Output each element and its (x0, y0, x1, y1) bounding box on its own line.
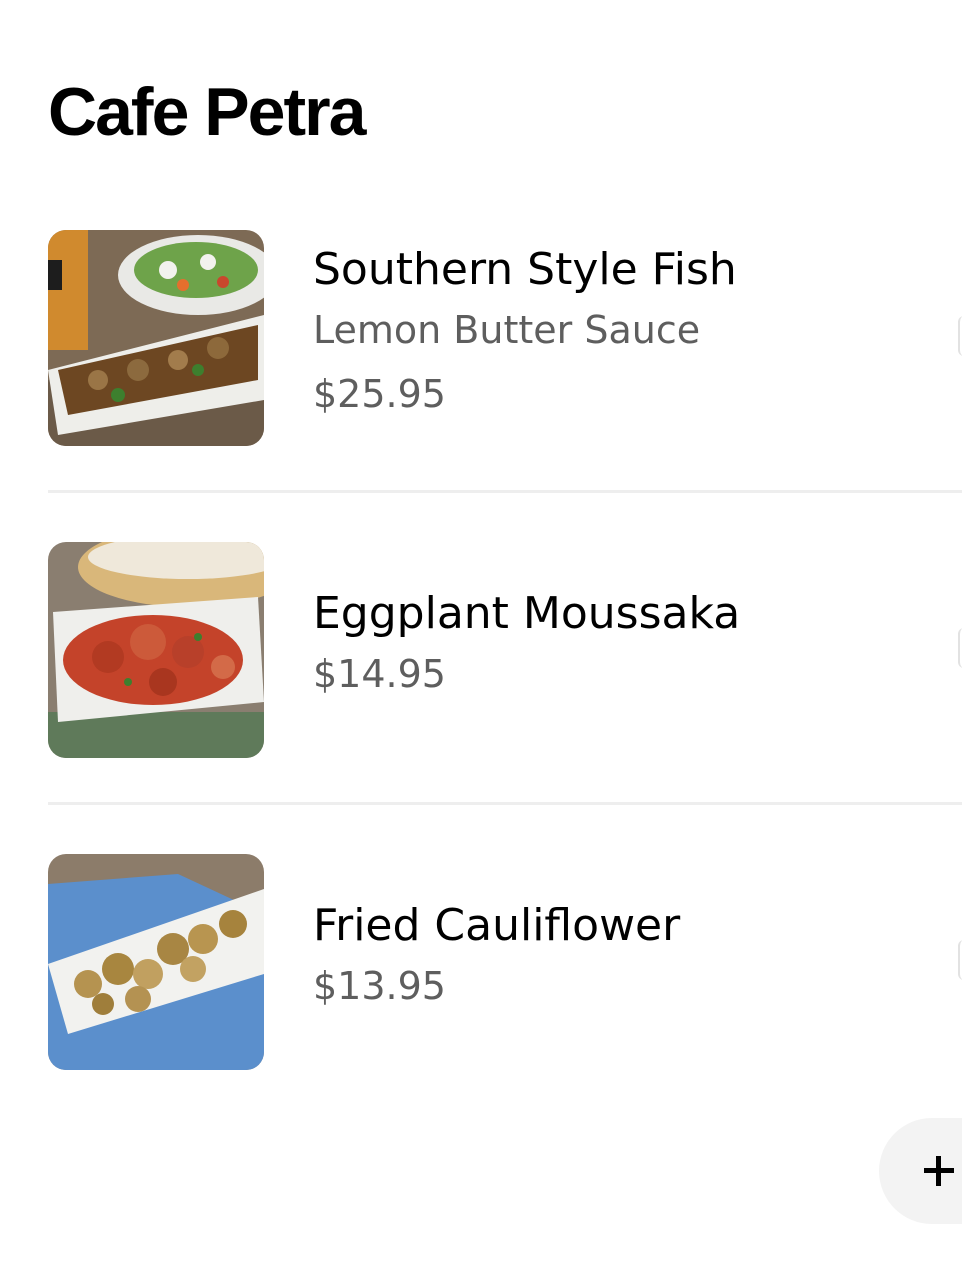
menu-item-name: Eggplant Moussaka (313, 588, 741, 639)
menu-item-price: $25.95 (313, 372, 446, 416)
plus-icon (924, 1156, 954, 1186)
fish-dish-photo-icon (48, 230, 264, 446)
quick-add-edge[interactable] (958, 316, 962, 356)
quick-add-edge[interactable] (958, 628, 962, 668)
menu-item-price: $14.95 (313, 652, 446, 696)
divider (48, 802, 962, 805)
menu-item-details: Southern Style Fish Lemon Butter Sauce $… (313, 244, 913, 416)
menu-item-southern-style-fish[interactable]: Southern Style Fish Lemon Butter Sauce $… (0, 230, 962, 542)
cauliflower-dish-image (48, 854, 264, 1070)
page-title: Cafe Petra (48, 74, 366, 150)
menu-item-fried-cauliflower[interactable]: Fried Cauliflower $13.95 (0, 854, 962, 1166)
menu-item-name: Fried Cauliflower (313, 900, 681, 951)
menu-item-details: Fried Cauliflower $13.95 (313, 900, 913, 1008)
quick-add-edge[interactable] (958, 940, 962, 980)
moussaka-dish-photo-icon (48, 542, 264, 758)
menu-item-price: $13.95 (313, 964, 446, 1008)
menu-item-details: Eggplant Moussaka $14.95 (313, 588, 913, 696)
moussaka-dish-image (48, 542, 264, 758)
divider (48, 490, 962, 493)
fish-dish-image (48, 230, 264, 446)
cauliflower-dish-photo-icon (48, 854, 264, 1070)
menu-item-eggplant-moussaka[interactable]: Eggplant Moussaka $14.95 (0, 542, 962, 854)
menu-item-name: Southern Style Fish (313, 244, 737, 295)
menu-item-description: Lemon Butter Sauce (313, 308, 701, 352)
